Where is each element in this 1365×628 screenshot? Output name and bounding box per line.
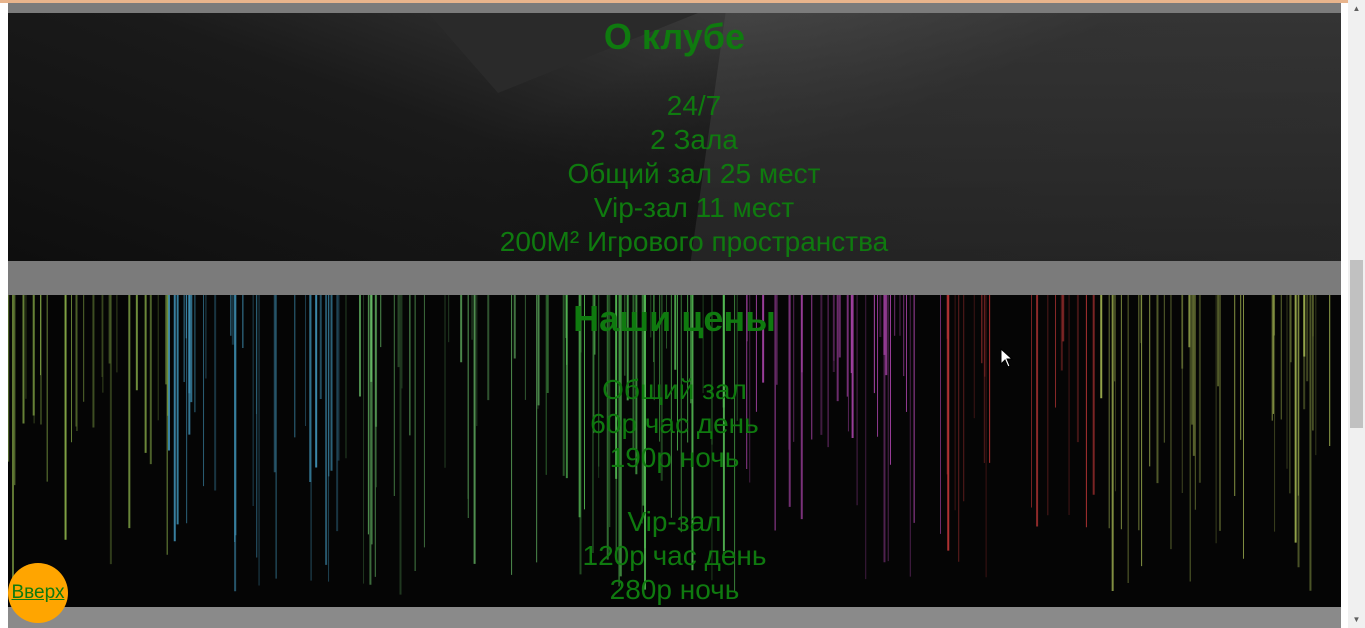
vip-hall-day-price: 120р час день bbox=[582, 540, 767, 571]
prices-title: Наши цены bbox=[573, 298, 776, 339]
general-hall-day-price: 60р час день bbox=[590, 408, 759, 439]
vertical-scrollbar[interactable]: ▲ ▼ bbox=[1348, 0, 1365, 628]
about-club-list: 24/7 2 Зала Общий зал 25 мест Vip-зал 11… bbox=[8, 89, 1341, 259]
club-item-area: 200M² Игрового пространства bbox=[499, 226, 889, 257]
general-hall-name: Общий зал bbox=[602, 374, 747, 405]
club-item-vip-seats: Vip-зал 11 мест bbox=[593, 192, 795, 223]
arrow-down-icon[interactable]: ▼ bbox=[1348, 611, 1365, 628]
prices-list: Общий зал 60р час день 190р ночь Vip-зал… bbox=[8, 373, 1341, 607]
club-item-hours: 24/7 bbox=[666, 90, 722, 121]
arrow-up-icon[interactable]: ▲ bbox=[1348, 0, 1365, 17]
page: О клубе 24/7 2 Зала Общий зал 25 мест Vi… bbox=[8, 3, 1341, 628]
bottom-gap bbox=[8, 607, 1341, 628]
club-item-general-seats: Общий зал 25 мест bbox=[567, 158, 821, 189]
scrollbar-thumb[interactable] bbox=[1350, 260, 1363, 428]
vip-hall-name: Vip-зал bbox=[627, 506, 722, 537]
mouse-cursor-icon bbox=[1000, 347, 1014, 373]
about-club-section: О клубе 24/7 2 Зала Общий зал 25 мест Vi… bbox=[8, 13, 1341, 261]
about-club-title: О клубе bbox=[603, 16, 746, 57]
vip-hall-night-price: 280р ночь bbox=[609, 574, 740, 605]
general-hall-night-price: 190р ночь bbox=[609, 442, 740, 473]
club-item-halls: 2 Зала bbox=[650, 124, 738, 155]
prices-section: Наши цены Общий зал 60р час день 190р но… bbox=[8, 295, 1341, 607]
back-to-top-button[interactable]: Вверх bbox=[8, 563, 68, 623]
